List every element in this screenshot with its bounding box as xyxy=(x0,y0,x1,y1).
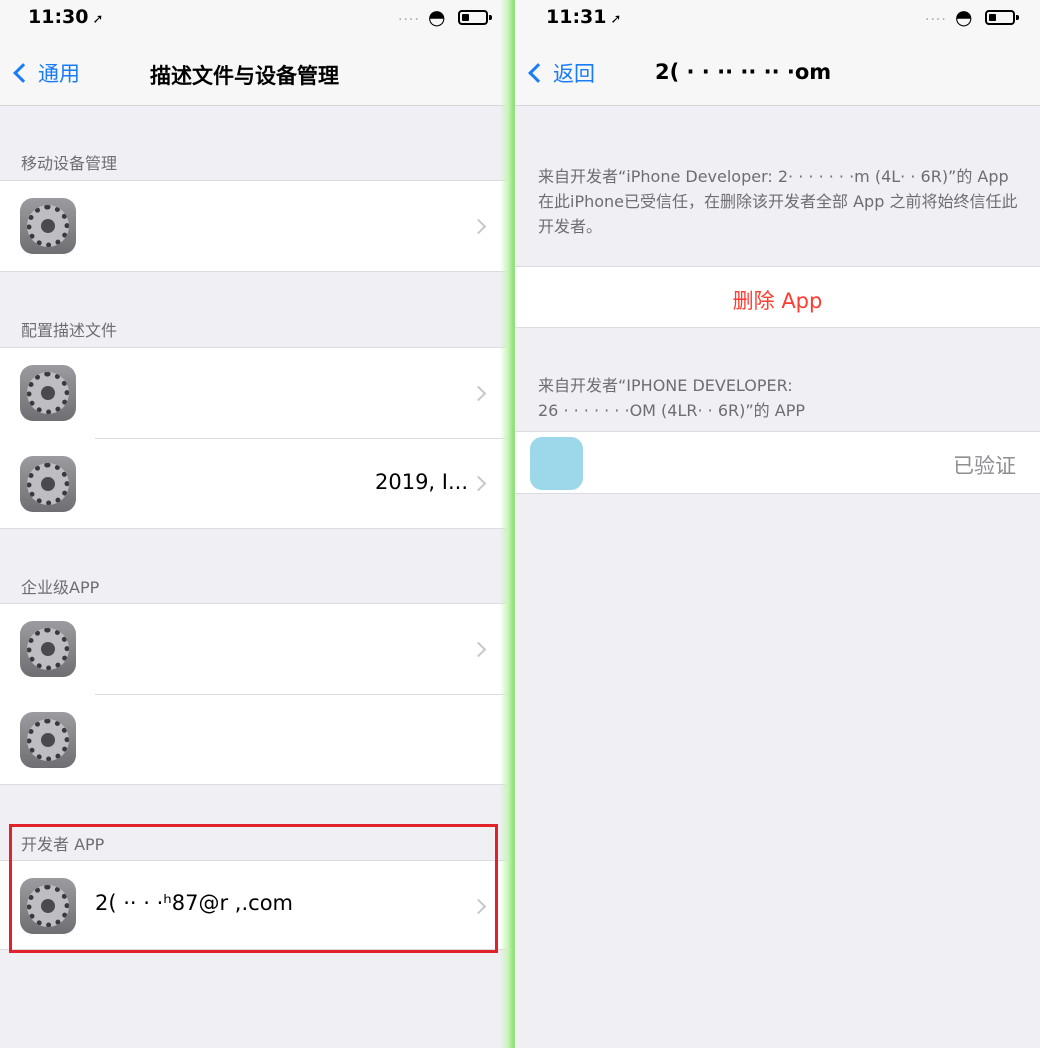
enterprise-list xyxy=(0,603,508,785)
trust-info-text: 来自开发者“iPhone Developer: 2· · · · · · ·m … xyxy=(538,167,1018,236)
status-bar: 11:30 ➚ .... ◓ xyxy=(0,0,508,36)
chevron-left-icon xyxy=(13,63,33,83)
back-label: 返回 xyxy=(553,62,595,86)
row-divider xyxy=(95,438,508,439)
page-title: 描述文件与设备管理 xyxy=(150,64,339,88)
row-title[interactable]: 2019, I... xyxy=(95,470,468,494)
chevron-left-icon xyxy=(528,63,548,83)
section-header-mdm: 移动设备管理 xyxy=(21,154,118,173)
signal-icon: .... xyxy=(925,8,947,24)
chevron-right-icon xyxy=(470,475,487,492)
left-screen: 11:30 ➚ .... ◓ 通用 描述文件与设备管理 移动设备管理 配置描述文件… xyxy=(0,0,508,1048)
back-label: 通用 xyxy=(38,62,80,86)
chevron-right-icon xyxy=(470,641,487,658)
profile-list: 2019, I... xyxy=(0,347,508,529)
verified-status: 已验证 xyxy=(953,454,1016,478)
settings-gear-icon xyxy=(20,456,76,512)
delete-app-button[interactable]: 删除 App xyxy=(515,266,1040,328)
location-icon: ➚ xyxy=(610,12,622,27)
back-button[interactable]: 返回 xyxy=(527,58,595,88)
settings-gear-icon xyxy=(20,621,76,677)
section-header-profiles: 配置描述文件 xyxy=(21,321,118,340)
apps-header-line1: 来自开发者“IPHONE DEVELOPER: xyxy=(538,376,793,395)
delete-app-label: 删除 App xyxy=(732,289,823,313)
nav-bar: 返回 2( · · ·· ·· ·· ·om xyxy=(515,36,1040,106)
settings-gear-icon xyxy=(20,365,76,421)
battery-icon xyxy=(458,10,492,25)
app-row[interactable]: 已验证 xyxy=(515,431,1040,494)
app-icon xyxy=(530,437,583,490)
section-header-enterprise: 企业级APP xyxy=(21,578,100,597)
back-button[interactable]: 通用 xyxy=(12,58,80,88)
status-time: 11:30 ➚ xyxy=(28,6,104,28)
wifi-icon: ◓ xyxy=(955,5,973,29)
battery-icon xyxy=(985,10,1019,25)
list-item[interactable] xyxy=(0,180,508,272)
row-divider xyxy=(95,694,508,695)
right-screen: 11:31 ➚ .... ◓ 返回 2( · · ·· ·· ·· ·om 来自开… xyxy=(515,0,1040,1048)
nav-bar: 通用 描述文件与设备管理 xyxy=(0,36,508,106)
wifi-icon: ◓ xyxy=(428,5,446,29)
page-title: 2( · · ·· ·· ·· ·om xyxy=(655,60,832,84)
location-icon: ➚ xyxy=(92,12,104,27)
apps-header: 来自开发者“IPHONE DEVELOPER: 26 · · · · · · ·… xyxy=(538,373,1018,423)
highlight-box xyxy=(9,824,498,953)
apps-header-line2: 26 · · · · · · ·OM (4LR· · 6R)”的 APP xyxy=(538,401,806,420)
settings-gear-icon xyxy=(20,198,76,254)
chevron-right-icon xyxy=(470,385,487,402)
status-time: 11:31 ➚ xyxy=(546,6,622,28)
signal-icon: .... xyxy=(398,8,420,24)
status-bar: 11:31 ➚ .... ◓ xyxy=(515,0,1040,36)
settings-gear-icon xyxy=(20,712,76,768)
chevron-right-icon xyxy=(470,218,487,235)
